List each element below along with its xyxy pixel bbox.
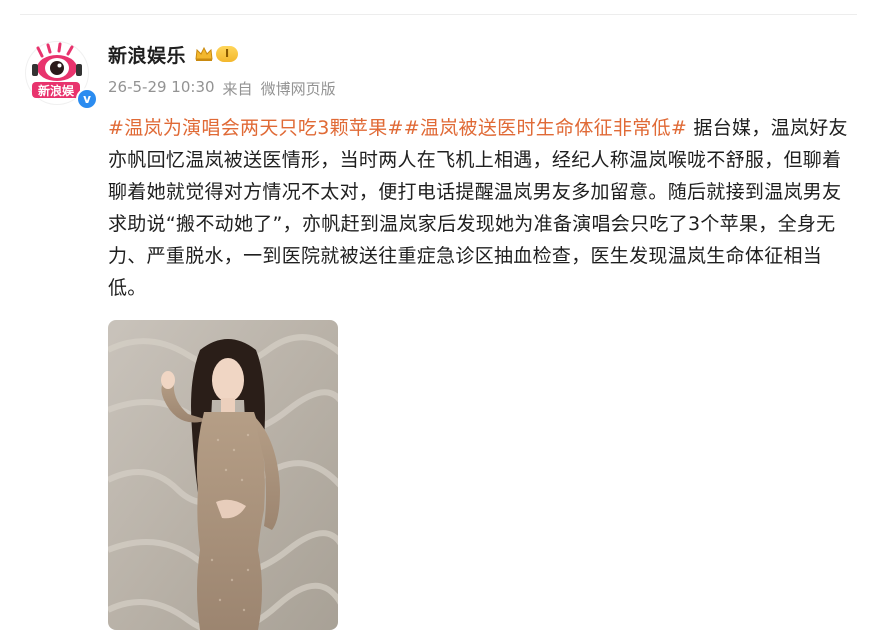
verified-badge-icon: v xyxy=(76,88,98,110)
author-name[interactable]: 新浪娱乐 xyxy=(108,41,186,68)
level-badge: I xyxy=(216,46,239,62)
post-image[interactable] xyxy=(108,320,338,630)
top-divider xyxy=(20,14,857,15)
hashtag-link[interactable]: #温岚为演唱会两天只吃3颗苹果# xyxy=(108,117,404,139)
hashtag-link[interactable]: #温岚被送医时生命体征非常低# xyxy=(404,117,687,139)
photo-woman-icon xyxy=(108,320,338,630)
post-time[interactable]: 26-5-29 10:30 xyxy=(108,78,215,99)
post-meta: 26-5-29 10:30 来自 微博网页版 xyxy=(108,78,336,99)
post-body-text: 据台媒，温岚好友亦帆回忆温岚被送医情形，当时两人在飞机上相遇，经纪人称温岚喉咙不… xyxy=(108,117,848,299)
post-source: 微博网页版 xyxy=(260,80,336,98)
post-body: #温岚为演唱会两天只吃3颗苹果##温岚被送医时生命体征非常低# 据台媒，温岚好友… xyxy=(108,112,853,304)
author-avatar[interactable]: 新浪娱 v xyxy=(22,40,98,110)
source-prefix: 来自 xyxy=(222,80,253,98)
author-row: 新浪娱乐 I xyxy=(108,41,239,68)
avatar-text: 新浪娱 xyxy=(38,83,75,98)
vip-badge[interactable]: I xyxy=(194,46,239,62)
crown-icon xyxy=(195,46,213,61)
